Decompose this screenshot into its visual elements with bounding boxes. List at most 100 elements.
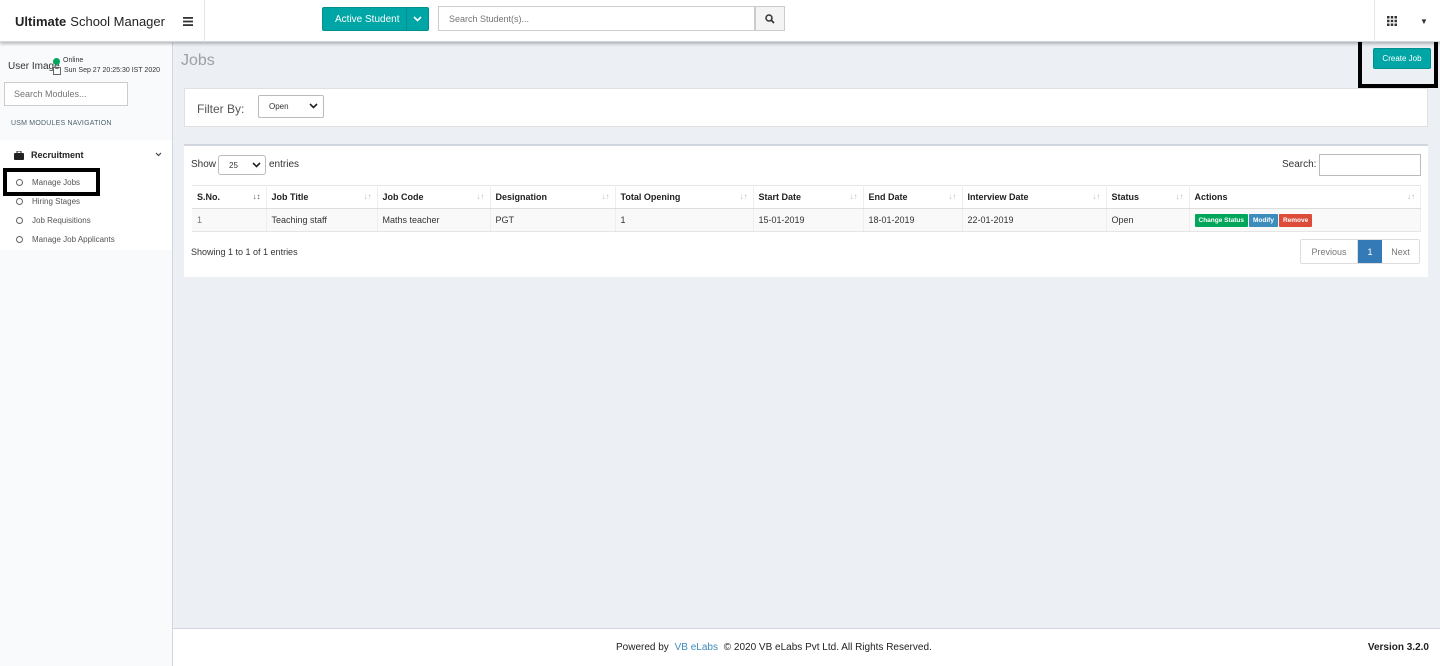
modify-button[interactable]: Modify (1249, 213, 1278, 227)
column-header-end-date[interactable]: End Date ↓↑ (863, 185, 963, 209)
version-label: Version 3.2.0 (1367, 642, 1429, 653)
column-header-job-code[interactable]: Job Code ↓↑ (377, 185, 491, 209)
table-header-row: S.No. ↓↕ Job Title ↓↑ Job Code ↓↑ Designati… (192, 185, 1421, 209)
current-datetime: Sun Sep 27 20:25:30 IST 2020 (64, 67, 161, 74)
filter-status-select[interactable]: Open (258, 95, 324, 118)
sort-icon: ↓↑ (739, 192, 748, 201)
sort-icon: ↓↑ (1092, 192, 1101, 201)
cell-interview-date: 22-01-2019 (962, 208, 1107, 232)
column-header-status[interactable]: Status ↓↑ (1106, 185, 1190, 209)
page-title: Jobs (181, 52, 215, 69)
sort-icon: ↓↑ (601, 192, 610, 201)
sort-icon: ↓↑ (948, 192, 957, 201)
page-length-value: 25 (229, 160, 238, 170)
column-header-sno[interactable]: S.No. ↓↕ (192, 185, 267, 209)
table-row: 1 Teaching staff Maths teacher PGT 1 15-… (192, 208, 1421, 232)
show-label: Show (191, 159, 217, 170)
sort-icon: ↓↑ (363, 192, 372, 201)
top-header: Ultimate School Manager Active Student ▼ (0, 0, 1440, 42)
brand-bold: Ultimate (15, 13, 67, 29)
cell-status: Open (1106, 208, 1190, 232)
column-header-interview-date[interactable]: Interview Date ↓↑ (962, 185, 1107, 209)
powered-by-text: Powered by (616, 642, 669, 653)
circle-icon (16, 236, 23, 243)
circle-icon (16, 217, 23, 224)
hamburger-icon (183, 16, 193, 26)
sidebar-toggle-button[interactable] (172, 0, 205, 42)
chevron-down-icon (309, 101, 318, 111)
cell-sno: 1 (192, 208, 267, 232)
online-status-icon (53, 58, 60, 65)
filter-label: Filter By: (197, 102, 245, 116)
page-length-select[interactable]: 25 (218, 155, 266, 175)
cell-job-title: Teaching staff (266, 208, 378, 232)
jobs-table-panel: Show 25 entries Search: S.No. ↓↕ Job Titl… (184, 144, 1428, 277)
circle-icon (16, 179, 23, 186)
next-page-button[interactable]: Next (1382, 240, 1419, 263)
online-status-text: Online (63, 57, 84, 64)
copyright-text: © 2020 VB eLabs Pvt Ltd. All Rights Rese… (723, 642, 932, 653)
sidebar-item-job-requisitions[interactable]: Job Requisitions (16, 216, 91, 225)
search-student-input[interactable] (438, 6, 755, 31)
sort-icon: ↓↑ (849, 192, 858, 201)
column-header-job-title[interactable]: Job Title ↓↑ (266, 185, 378, 209)
sidebar-item-label: Job Requisitions (32, 216, 91, 225)
briefcase-icon (14, 150, 24, 160)
create-job-button[interactable]: Create Job (1373, 48, 1431, 69)
sidebar-item-manage-jobs[interactable]: Manage Jobs (16, 178, 80, 187)
recruitment-menu: Recruitment Manage Jobs Hiring Stages Jo… (0, 140, 172, 250)
entries-label: entries (269, 159, 300, 170)
jobs-table: S.No. ↓↕ Job Title ↓↑ Job Code ↓↑ Designati… (192, 185, 1421, 232)
circle-icon (16, 198, 23, 205)
main-content: Jobs Create Job Filter By: Open Show 25 … (173, 33, 1440, 628)
sort-icon: ↓↑ (1407, 192, 1415, 201)
brand-rest: School Manager (70, 13, 165, 29)
cell-end-date: 18-01-2019 (863, 208, 963, 232)
chevron-down-icon (155, 150, 162, 159)
footer-copyright: Powered by VB eLabs © 2020 VB eLabs Pvt … (616, 642, 932, 653)
company-link[interactable]: VB eLabs (675, 642, 718, 653)
cell-designation: PGT (490, 208, 616, 232)
page-1-button[interactable]: 1 (1358, 240, 1382, 263)
pagination: Previous 1 Next (1300, 239, 1420, 264)
column-header-actions[interactable]: Actions ↓↑ (1189, 185, 1421, 209)
chevron-down-icon (252, 160, 261, 170)
sidebar-item-label: Manage Jobs (32, 178, 81, 187)
apps-menu-button[interactable] (1374, 0, 1408, 42)
table-search-input[interactable] (1319, 154, 1421, 176)
nav-header: USM MODULES NAVIGATION (11, 120, 112, 127)
search-button[interactable] (755, 6, 785, 31)
sidebar-item-label: Hiring Stages (32, 197, 81, 206)
column-header-start-date[interactable]: Start Date ↓↑ (753, 185, 864, 209)
table-search-label: Search: (1282, 159, 1317, 170)
sidebar-item-label: Manage Job Applicants (32, 235, 115, 244)
chevron-down-icon (406, 8, 428, 30)
column-header-total-opening[interactable]: Total Opening ↓↑ (615, 185, 754, 209)
filter-status-value: Open (269, 102, 289, 111)
remove-button[interactable]: Remove (1278, 213, 1313, 227)
user-panel: User Image Online Sun Sep 27 20:25:30 IS… (0, 42, 172, 80)
sidebar-item-recruitment[interactable]: Recruitment (14, 150, 164, 160)
table-info: Showing 1 to 1 of 1 entries (191, 247, 298, 257)
change-status-button[interactable]: Change Status (1194, 213, 1249, 227)
filter-panel: Filter By: Open (184, 88, 1428, 127)
sort-icon: ↓↑ (476, 192, 485, 201)
cell-total-opening: 1 (615, 208, 754, 232)
sort-icon: ↓↕ (252, 192, 261, 201)
active-student-dropdown[interactable]: Active Student (322, 7, 429, 31)
sidebar-item-hiring-stages[interactable]: Hiring Stages (16, 197, 80, 206)
user-image: User Image (8, 61, 60, 72)
search-modules-input[interactable] (4, 82, 128, 106)
previous-page-button[interactable]: Previous (1301, 240, 1358, 263)
sidebar-item-manage-job-applicants[interactable]: Manage Job Applicants (16, 235, 115, 244)
user-menu-button[interactable]: ▼ (1408, 0, 1440, 42)
apps-grid-icon (1386, 16, 1397, 26)
sort-icon: ↓↑ (1175, 192, 1184, 201)
search-icon (765, 13, 775, 24)
footer: Powered by VB eLabs © 2020 VB eLabs Pvt … (173, 628, 1440, 666)
cell-start-date: 15-01-2019 (753, 208, 864, 232)
active-student-label: Active Student (335, 13, 400, 25)
column-header-designation[interactable]: Designation ↓↑ (490, 185, 616, 209)
cell-actions: Change Status Modify Remove (1189, 208, 1421, 232)
app-logo[interactable]: Ultimate School Manager (0, 0, 172, 42)
